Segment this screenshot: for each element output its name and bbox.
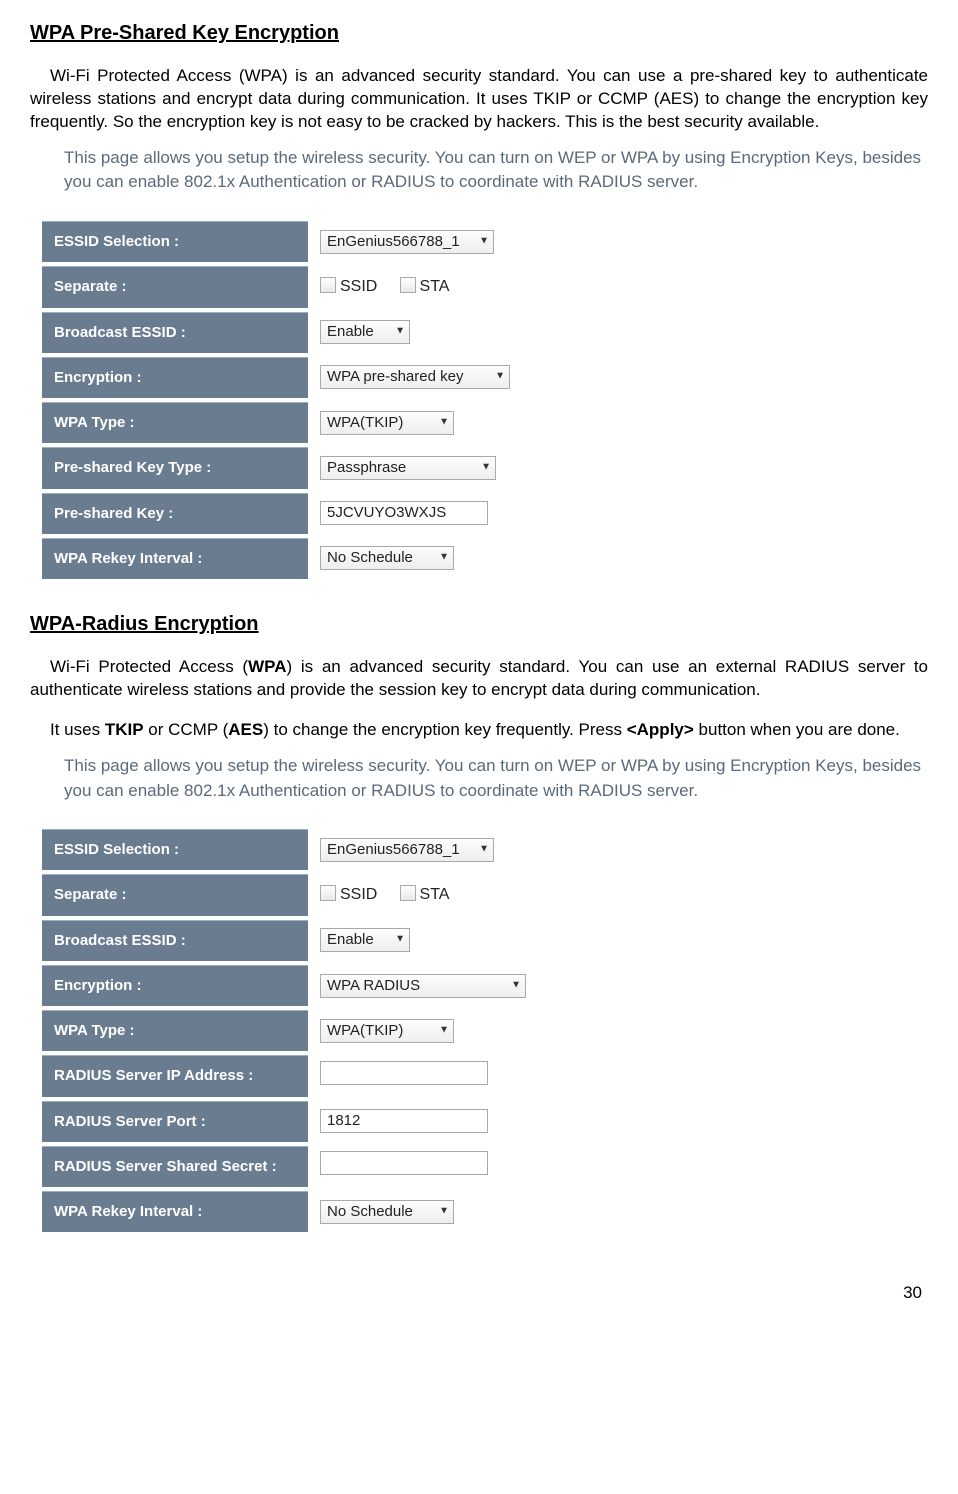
- rekey-select[interactable]: No Schedule ▼: [320, 1200, 454, 1224]
- label-rekey: WPA Rekey Interval :: [42, 1191, 308, 1232]
- label-broadcast: Broadcast ESSID :: [42, 312, 308, 353]
- wpatype-select[interactable]: WPA(TKIP) ▼: [320, 1019, 454, 1043]
- radius-ip-input[interactable]: [320, 1061, 488, 1085]
- chevron-down-icon: ▼: [395, 929, 405, 951]
- chevron-down-icon: ▼: [439, 547, 449, 569]
- chevron-down-icon: ▼: [481, 457, 491, 479]
- table-row: WPA Rekey Interval : No Schedule ▼: [42, 538, 518, 579]
- table-row: RADIUS Server IP Address :: [42, 1055, 534, 1096]
- chevron-down-icon: ▼: [479, 230, 489, 252]
- chevron-down-icon: ▼: [395, 321, 405, 343]
- essid-value: EnGenius566788_1: [327, 233, 460, 250]
- sta-label: STA: [420, 278, 450, 295]
- label-broadcast: Broadcast ESSID :: [42, 920, 308, 961]
- label-encryption: Encryption :: [42, 357, 308, 398]
- page-number: 30: [30, 1264, 928, 1305]
- label-essid: ESSID Selection :: [42, 829, 308, 870]
- heading-wpa-radius: WPA-Radius Encryption: [30, 611, 928, 638]
- chevron-down-icon: ▼: [439, 1200, 449, 1222]
- table-row: ESSID Selection : EnGenius566788_1 ▼: [42, 829, 534, 870]
- encryption-select[interactable]: WPA pre-shared key ▼: [320, 365, 510, 389]
- encryption-select[interactable]: WPA RADIUS ▼: [320, 974, 526, 998]
- paragraph-wpa-radius-2: It uses TKIP or CCMP (AES) to change the…: [30, 719, 928, 742]
- paragraph-wpa-psk: Wi-Fi Protected Access (WPA) is an advan…: [30, 65, 928, 134]
- essid-select[interactable]: EnGenius566788_1 ▼: [320, 230, 494, 254]
- chevron-down-icon: ▼: [479, 838, 489, 860]
- table-row: Encryption : WPA RADIUS ▼: [42, 965, 534, 1006]
- rekey-select[interactable]: No Schedule ▼: [320, 546, 454, 570]
- ssid-label: SSID: [340, 886, 377, 903]
- label-radius-ip: RADIUS Server IP Address :: [42, 1055, 308, 1096]
- wpatype-value: WPA(TKIP): [327, 414, 403, 431]
- sta-checkbox[interactable]: [400, 885, 416, 901]
- label-radius-secret: RADIUS Server Shared Secret :: [42, 1146, 308, 1187]
- chevron-down-icon: ▼: [439, 411, 449, 433]
- settings-table-radius: ESSID Selection : EnGenius566788_1 ▼ Sepa…: [42, 825, 534, 1236]
- screenshot-wpa-radius: This page allows you setup the wireless …: [42, 754, 928, 1237]
- label-psk: Pre-shared Key :: [42, 493, 308, 534]
- table-row: Broadcast ESSID : Enable ▼: [42, 920, 534, 961]
- ssid-label: SSID: [340, 278, 377, 295]
- table-row: WPA Type : WPA(TKIP) ▼: [42, 402, 518, 443]
- chevron-down-icon: ▼: [511, 974, 521, 996]
- heading-wpa-psk: WPA Pre-Shared Key Encryption: [30, 20, 928, 47]
- table-row: Separate : SSID STA: [42, 874, 534, 915]
- label-radius-port: RADIUS Server Port :: [42, 1101, 308, 1142]
- table-row: WPA Type : WPA(TKIP) ▼: [42, 1010, 534, 1051]
- psk-type-select[interactable]: Passphrase ▼: [320, 456, 496, 480]
- broadcast-value: Enable: [327, 323, 374, 340]
- table-row: Broadcast ESSID : Enable ▼: [42, 312, 518, 353]
- sta-label: STA: [420, 886, 450, 903]
- table-row: Pre-shared Key Type : Passphrase ▼: [42, 447, 518, 488]
- screenshot-wpa-psk: This page allows you setup the wireless …: [42, 146, 928, 583]
- label-rekey: WPA Rekey Interval :: [42, 538, 308, 579]
- rekey-value: No Schedule: [327, 549, 413, 566]
- psk-type-value: Passphrase: [327, 459, 406, 476]
- ssid-checkbox[interactable]: [320, 885, 336, 901]
- label-encryption: Encryption :: [42, 965, 308, 1006]
- chevron-down-icon: ▼: [439, 1019, 449, 1041]
- label-psk-type: Pre-shared Key Type :: [42, 447, 308, 488]
- ssid-checkbox[interactable]: [320, 277, 336, 293]
- encryption-value: WPA RADIUS: [327, 977, 420, 994]
- label-wpatype: WPA Type :: [42, 1010, 308, 1051]
- chevron-down-icon: ▼: [495, 366, 505, 388]
- radius-secret-input[interactable]: [320, 1151, 488, 1175]
- encryption-value: WPA pre-shared key: [327, 368, 463, 385]
- table-row: RADIUS Server Port : 1812: [42, 1101, 534, 1142]
- table-row: WPA Rekey Interval : No Schedule ▼: [42, 1191, 534, 1232]
- table-row: Encryption : WPA pre-shared key ▼: [42, 357, 518, 398]
- settings-table-psk: ESSID Selection : EnGenius566788_1 ▼ Sepa…: [42, 217, 518, 583]
- broadcast-select[interactable]: Enable ▼: [320, 928, 410, 952]
- table-row: RADIUS Server Shared Secret :: [42, 1146, 534, 1187]
- broadcast-select[interactable]: Enable ▼: [320, 320, 410, 344]
- paragraph-wpa-radius-1: Wi-Fi Protected Access (WPA) is an advan…: [30, 656, 928, 702]
- wpatype-value: WPA(TKIP): [327, 1022, 403, 1039]
- label-separate: Separate :: [42, 874, 308, 915]
- label-essid: ESSID Selection :: [42, 221, 308, 262]
- label-separate: Separate :: [42, 266, 308, 307]
- table-row: ESSID Selection : EnGenius566788_1 ▼: [42, 221, 518, 262]
- radius-port-input[interactable]: 1812: [320, 1109, 488, 1133]
- psk-input[interactable]: 5JCVUYO3WXJS: [320, 501, 488, 525]
- essid-select[interactable]: EnGenius566788_1 ▼: [320, 838, 494, 862]
- intro-text: This page allows you setup the wireless …: [64, 754, 928, 803]
- essid-value: EnGenius566788_1: [327, 841, 460, 858]
- sta-checkbox[interactable]: [400, 277, 416, 293]
- label-wpatype: WPA Type :: [42, 402, 308, 443]
- wpatype-select[interactable]: WPA(TKIP) ▼: [320, 411, 454, 435]
- broadcast-value: Enable: [327, 931, 374, 948]
- table-row: Pre-shared Key : 5JCVUYO3WXJS: [42, 493, 518, 534]
- table-row: Separate : SSID STA: [42, 266, 518, 307]
- rekey-value: No Schedule: [327, 1203, 413, 1220]
- intro-text: This page allows you setup the wireless …: [64, 146, 928, 195]
